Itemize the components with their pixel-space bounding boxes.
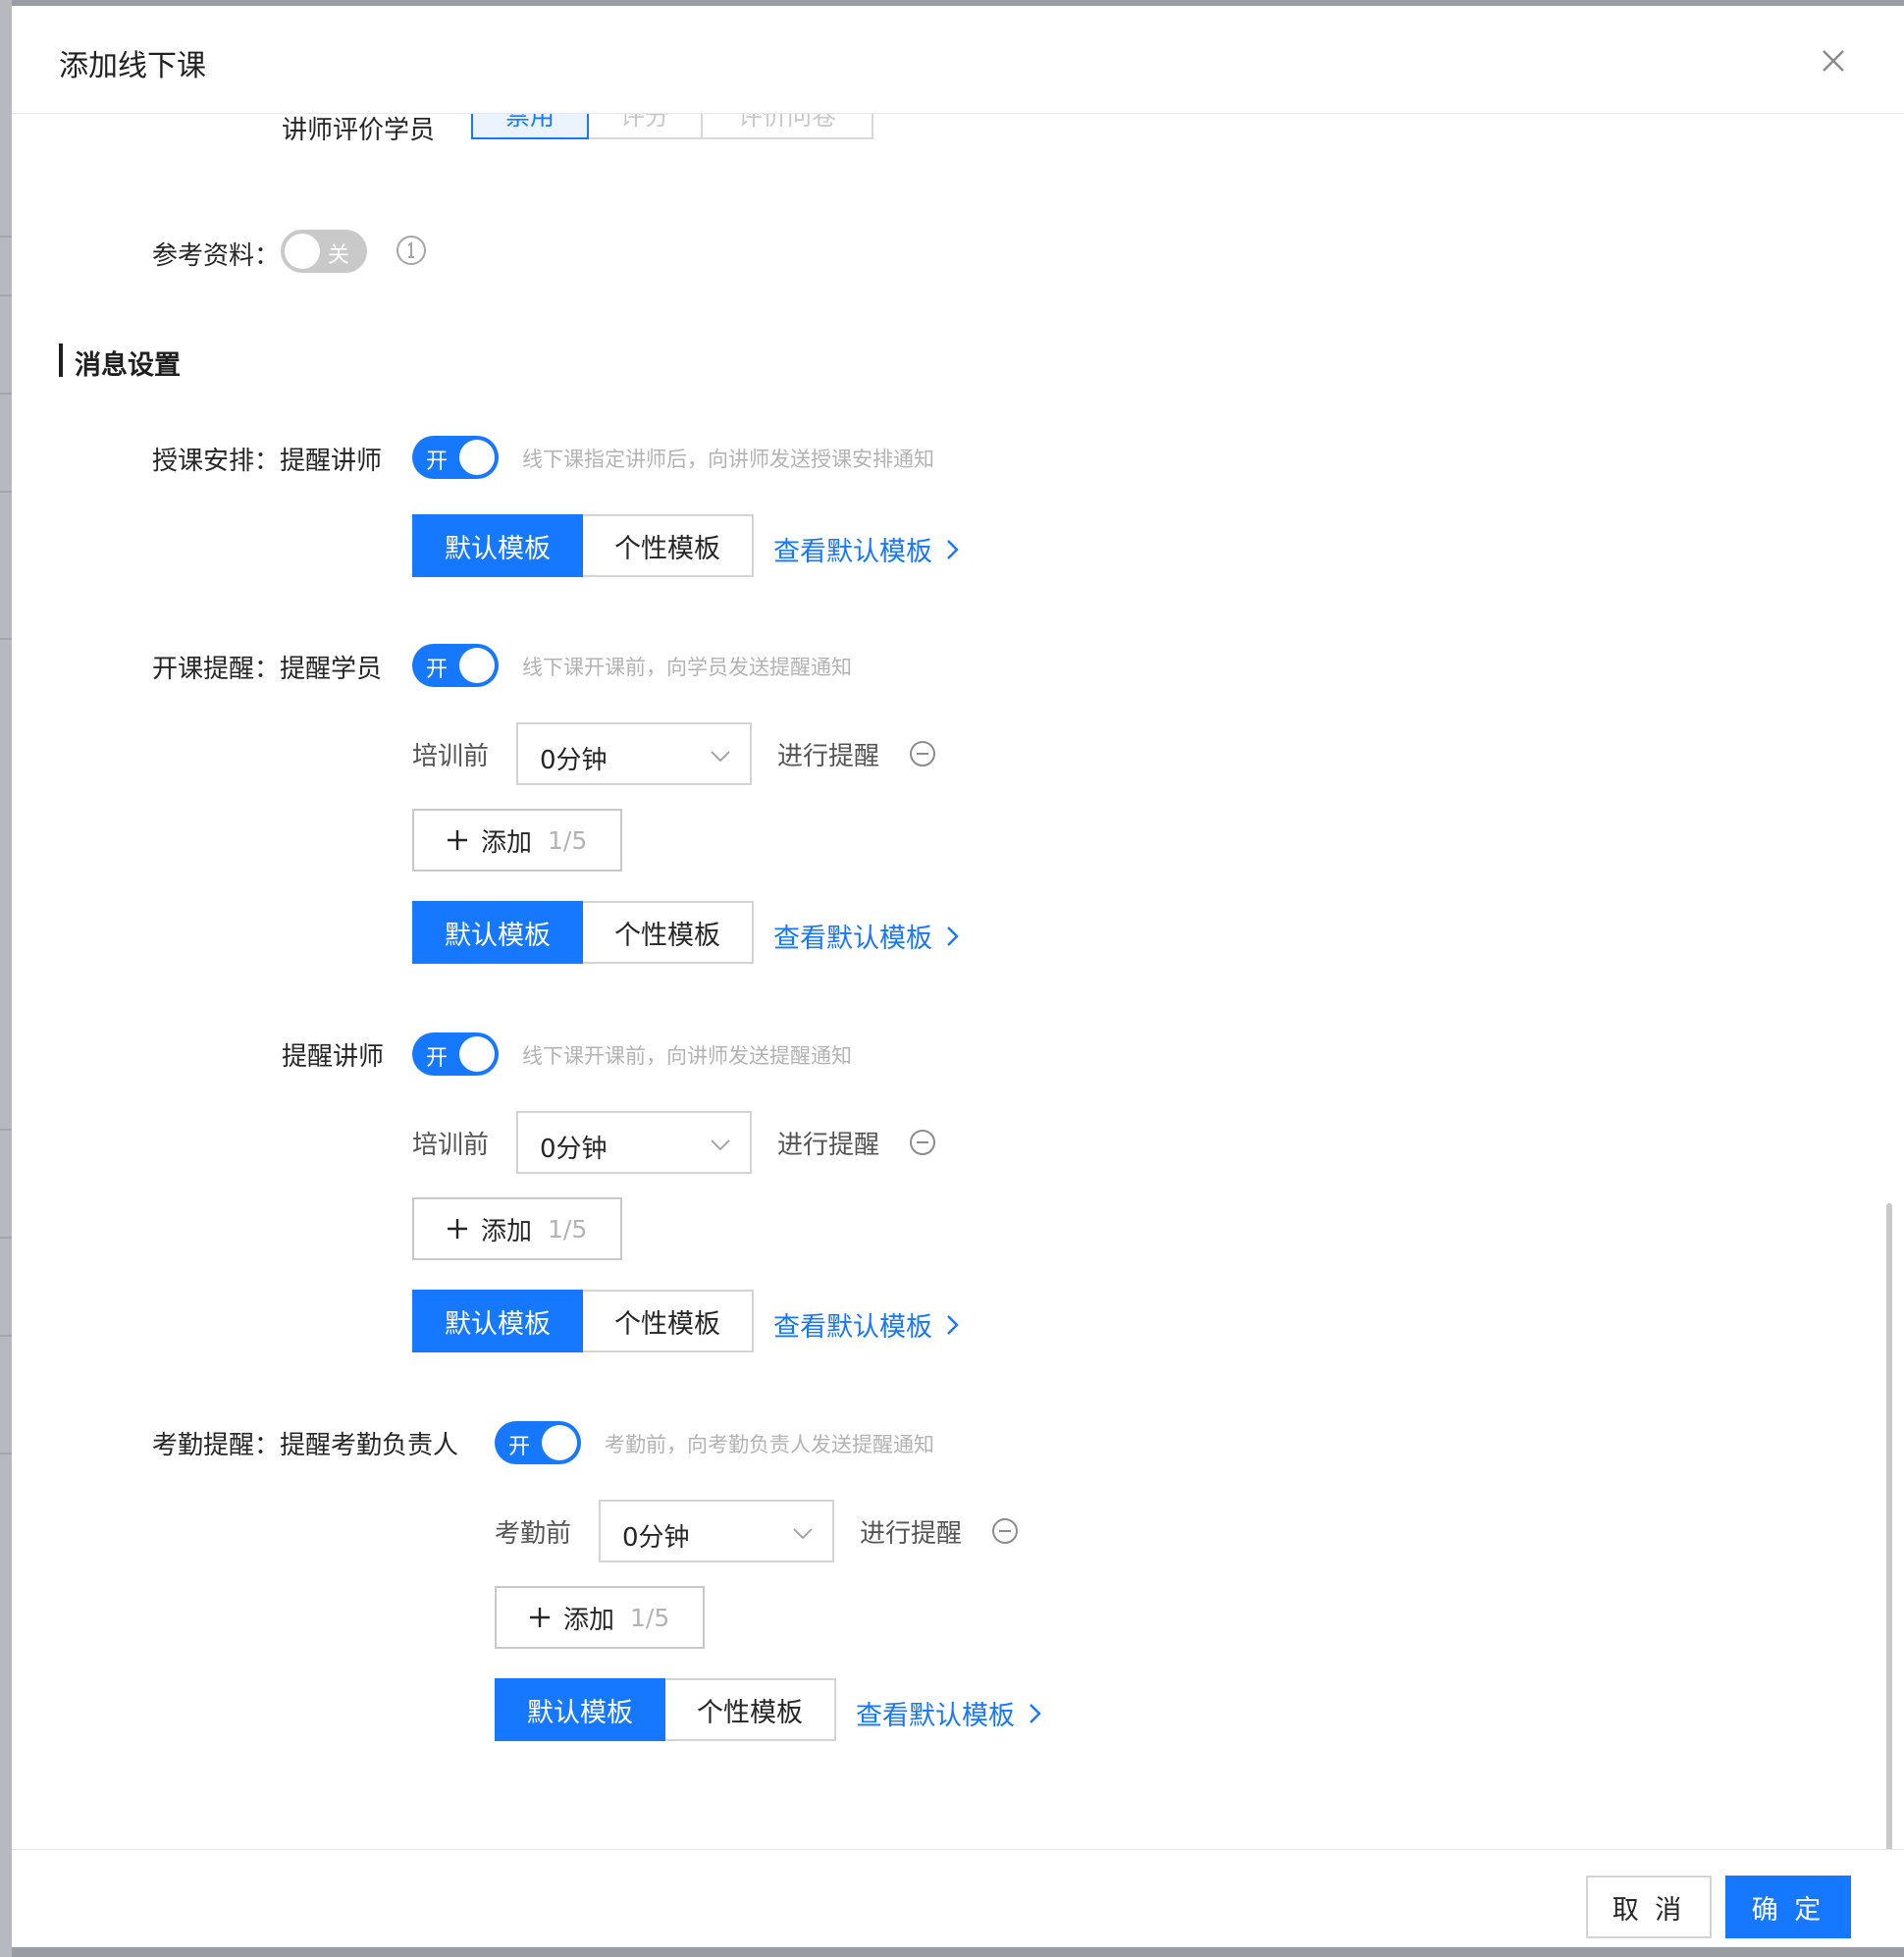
default-template-button[interactable]: 默认模板 [412,1290,583,1352]
view-default-template-link[interactable]: 查看默认模板 [773,1305,964,1344]
view-default-template-text: 查看默认模板 [773,1312,932,1343]
switch-knob [459,1036,495,1072]
evaluation-label: 讲师评价学员 [282,116,436,145]
custom-template-button[interactable]: 个性模板 [583,514,754,577]
custom-template-button[interactable]: 个性模板 [665,1678,836,1741]
before-attendance-label: 考勤前 [495,1519,572,1549]
add-reminder-count: 1/5 [548,825,588,855]
reference-switch[interactable]: 关 [281,230,367,273]
class-reminder-student-switch-text: 开 [426,658,449,682]
remind-label: 进行提醒 [777,742,880,771]
evaluation-option-questionnaire[interactable]: 评价问卷 [701,114,873,139]
add-reminder-count: 1/5 [548,1214,588,1243]
section-marker [59,344,63,377]
class-reminder-student-hint: 线下课开课前，向学员发送提醒通知 [522,656,852,679]
section-title-message-settings: 消息设置 [75,350,181,381]
teaching-schedule-switch-text: 开 [426,450,449,474]
evaluation-option-score[interactable]: 评分 [587,114,703,139]
class-reminder-teacher-switch-text: 开 [426,1046,449,1071]
teaching-schedule-switch[interactable]: 开 [412,436,499,479]
custom-template-button[interactable]: 个性模板 [583,901,754,964]
attendance-reminder-hint: 考勤前，向考勤负责人发送提醒通知 [605,1433,934,1456]
class-reminder-teacher-template-toggle: 默认模板 个性模板 [412,1290,754,1352]
reminder-time-value: 0分钟 [540,746,608,775]
chevron-down-icon [711,1139,730,1151]
default-template-button[interactable]: 默认模板 [412,901,583,964]
class-reminder-student-switch[interactable]: 开 [412,644,499,687]
default-template-button[interactable]: 默认模板 [412,514,583,577]
cancel-button[interactable]: 取 消 [1586,1876,1712,1938]
view-default-template-link[interactable]: 查看默认模板 [856,1694,1046,1732]
reminder-time-value: 0分钟 [540,1135,608,1164]
chevron-down-icon [711,751,730,763]
chevron-right-icon [947,926,959,946]
modal-footer: 取 消 确 定 [12,1849,1904,1947]
plus-icon [448,1219,467,1239]
add-offline-course-modal: 添加线下课 讲师评价学员 禁用 评分 评价问卷 参考资料： 关 消息设置 授课安… [12,6,1904,1947]
evaluation-segmented: 禁用 评分 评价问卷 [471,114,873,139]
teaching-schedule-hint: 线下课指定讲师后，向讲师发送授课安排通知 [522,448,934,471]
chevron-right-icon [947,1314,959,1335]
teaching-schedule-label: 授课安排：提醒讲师 [152,447,383,476]
switch-knob [459,648,495,683]
class-reminder-student-template-toggle: 默认模板 个性模板 [412,901,754,964]
attendance-reminder-switch[interactable]: 开 [495,1421,581,1464]
view-default-template-link[interactable]: 查看默认模板 [773,530,964,568]
chevron-right-icon [947,539,959,559]
class-reminder-teacher-label: 提醒讲师 [282,1042,385,1072]
modal-header: 添加线下课 [12,6,1904,114]
chevron-right-icon [1030,1703,1041,1723]
plus-icon [530,1608,550,1627]
add-reminder-button[interactable]: 添加 1/5 [412,1197,622,1260]
attendance-reminder-template-toggle: 默认模板 个性模板 [495,1678,836,1741]
page-backdrop [0,0,12,1957]
switch-knob [542,1425,577,1460]
plus-icon [448,830,467,850]
remove-reminder-icon[interactable] [909,1129,936,1156]
scrollbar[interactable] [1882,114,1896,1849]
switch-knob [285,234,320,269]
close-icon[interactable] [1816,43,1851,79]
info-icon[interactable] [395,234,428,267]
remove-reminder-icon[interactable] [991,1517,1019,1545]
switch-knob [459,440,495,475]
remove-reminder-icon[interactable] [909,740,936,767]
reminder-time-select[interactable]: 0分钟 [516,1111,752,1174]
reference-switch-text: 关 [328,243,350,268]
default-template-button[interactable]: 默认模板 [495,1678,665,1741]
add-reminder-count: 1/5 [630,1603,670,1632]
attendance-reminder-switch-text: 开 [508,1435,531,1459]
add-reminder-text: 添加 [481,1216,533,1246]
modal-title: 添加线下课 [59,49,206,83]
modal-body: 讲师评价学员 禁用 评分 评价问卷 参考资料： 关 消息设置 授课安排：提醒讲师… [12,114,1904,1849]
confirm-button[interactable]: 确 定 [1725,1876,1851,1938]
reminder-time-value: 0分钟 [622,1523,690,1553]
remind-label: 进行提醒 [777,1131,880,1160]
reminder-time-select[interactable]: 0分钟 [516,722,752,785]
view-default-template-text: 查看默认模板 [773,924,932,954]
add-reminder-button[interactable]: 添加 1/5 [495,1586,705,1649]
class-reminder-teacher-switch[interactable]: 开 [412,1032,499,1076]
view-default-template-text: 查看默认模板 [856,1701,1015,1731]
custom-template-button[interactable]: 个性模板 [583,1290,754,1352]
view-default-template-link[interactable]: 查看默认模板 [773,917,964,955]
class-reminder-teacher-hint: 线下课开课前，向讲师发送提醒通知 [522,1044,852,1068]
add-reminder-text: 添加 [563,1605,615,1635]
add-reminder-button[interactable]: 添加 1/5 [412,809,622,872]
evaluation-option-disable[interactable]: 禁用 [471,114,589,139]
remind-label: 进行提醒 [860,1519,963,1549]
before-training-label: 培训前 [412,742,490,771]
reminder-time-select[interactable]: 0分钟 [599,1500,834,1562]
class-reminder-student-label: 开课提醒：提醒学员 [152,655,383,684]
before-training-label: 培训前 [412,1131,490,1160]
attendance-reminder-label: 考勤提醒：提醒考勤负责人 [152,1431,459,1460]
teaching-schedule-template-toggle: 默认模板 个性模板 [412,514,754,577]
chevron-down-icon [793,1528,813,1540]
add-reminder-text: 添加 [481,827,533,858]
view-default-template-text: 查看默认模板 [773,537,932,567]
scrollbar-thumb[interactable] [1886,1203,1892,1849]
reference-label: 参考资料： [152,241,281,271]
